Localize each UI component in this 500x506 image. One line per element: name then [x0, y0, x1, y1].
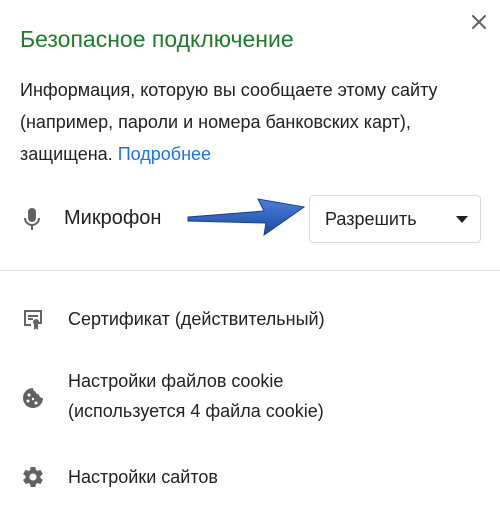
site-settings-item[interactable]: Настройки сайтов: [0, 460, 500, 494]
gear-icon: [23, 467, 43, 488]
cookie-icon: [23, 388, 43, 408]
permission-select[interactable]: Разрешить: [309, 195, 481, 243]
microphone-icon: [24, 208, 40, 230]
microphone-label: Микрофон: [64, 207, 162, 229]
cookie-settings-label: Настройки файлов cookie: [68, 371, 284, 391]
connection-description: Информация, которую вы сообщаете этому с…: [20, 74, 480, 170]
cookie-settings-text: Настройки файлов cookie (используется 4 …: [68, 366, 324, 426]
divider: [0, 270, 500, 271]
site-settings-label: Настройки сайтов: [68, 467, 218, 487]
close-button[interactable]: [466, 9, 492, 35]
certificate-icon: [24, 310, 42, 330]
certificate-item[interactable]: Сертификат (действительный): [0, 302, 500, 336]
certificate-label: Сертификат (действительный): [68, 309, 325, 329]
dialog-title: Безопасное подключение: [20, 26, 294, 52]
permission-select-value: Разрешить: [325, 209, 417, 229]
cookie-settings-item[interactable]: Настройки файлов cookie (используется 4 …: [0, 366, 500, 430]
cookie-count-label: (используется 4 файла cookie): [68, 401, 324, 421]
learn-more-link[interactable]: Подробнее: [118, 144, 211, 164]
microphone-permission-row: Микрофон Разрешить: [0, 195, 500, 243]
chevron-down-icon: [456, 216, 468, 223]
close-icon: [472, 15, 486, 29]
arrow-annotation: [187, 198, 306, 237]
description-text: Информация, которую вы сообщаете этому с…: [20, 80, 438, 164]
